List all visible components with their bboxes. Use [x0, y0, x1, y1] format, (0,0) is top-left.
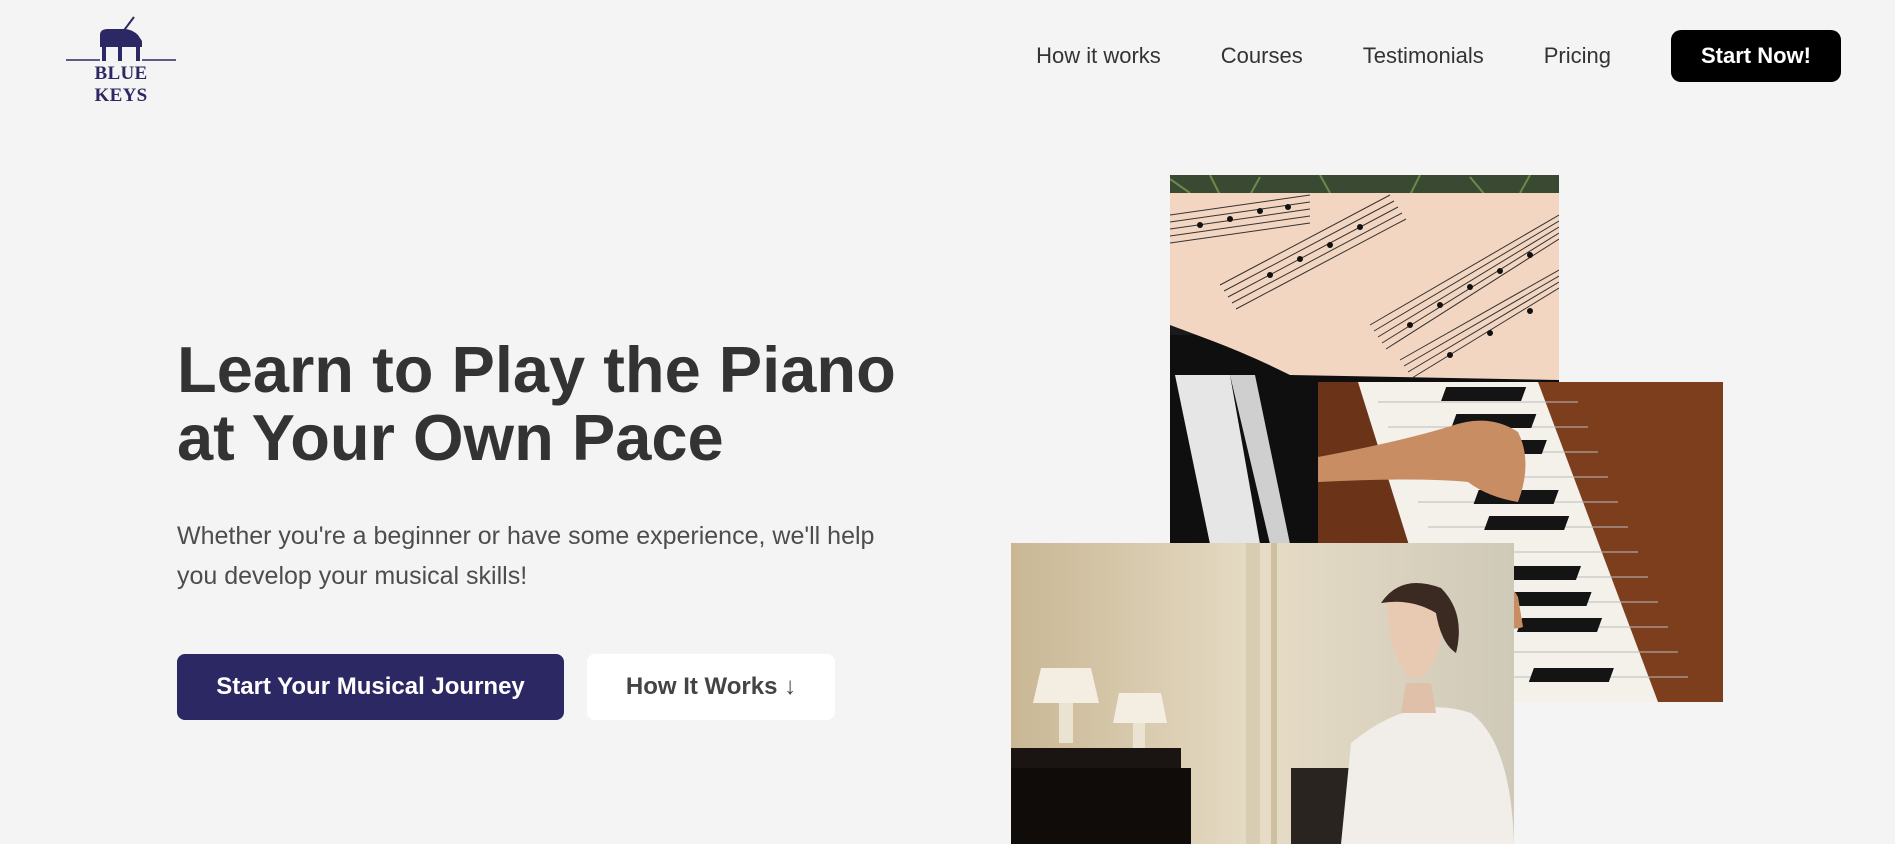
grand-piano-icon: [66, 16, 176, 61]
hero-title: Learn to Play the Piano at Your Own Pace: [177, 333, 896, 474]
girl-playing-piano-image: [1011, 543, 1514, 844]
how-it-works-button[interactable]: How It Works ↓: [587, 654, 835, 720]
landing-page: BLUE KEYS How it works Courses Testimoni…: [0, 0, 1895, 844]
hero-subtitle: Whether you're a beginner or have some e…: [177, 522, 875, 590]
nav-courses[interactable]: Courses: [1221, 43, 1303, 69]
logo[interactable]: BLUE KEYS: [66, 15, 176, 106]
nav-testimonials[interactable]: Testimonials: [1363, 43, 1484, 69]
nav-how-it-works[interactable]: How it works: [1036, 43, 1161, 69]
nav-pricing[interactable]: Pricing: [1544, 43, 1611, 69]
start-now-button[interactable]: Start Now!: [1671, 30, 1841, 82]
main-nav: How it works Courses Testimonials Pricin…: [1036, 30, 1841, 82]
logo-text: BLUE KEYS: [94, 63, 148, 106]
start-journey-button[interactable]: Start Your Musical Journey: [177, 654, 564, 720]
